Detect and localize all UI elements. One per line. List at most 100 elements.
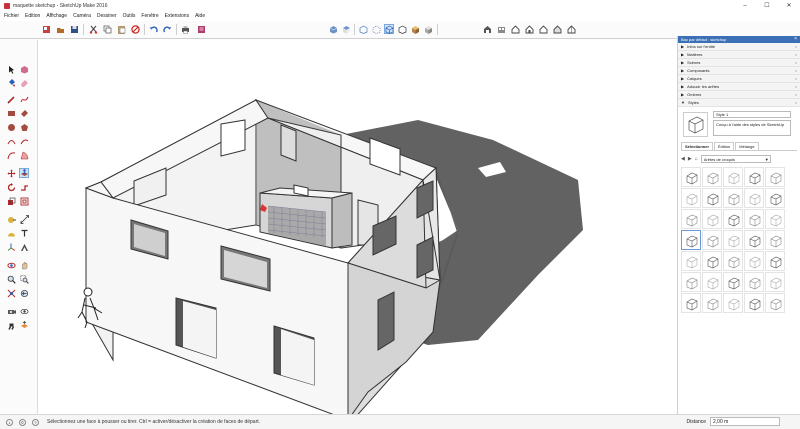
style-thumbnail-item[interactable]: [681, 251, 701, 271]
measurements-input[interactable]: 2,00 m: [710, 417, 780, 426]
credits-icon[interactable]: ©: [19, 418, 26, 426]
erase-icon[interactable]: [130, 24, 140, 34]
xray-style-icon[interactable]: [358, 24, 368, 34]
scale-icon[interactable]: [6, 196, 16, 206]
select-arrow-icon[interactable]: [6, 64, 16, 74]
panel-components[interactable]: ▶ Composants ×: [678, 67, 800, 75]
style-thumbnail-item[interactable]: [681, 167, 701, 187]
section-plane-icon[interactable]: [19, 320, 29, 330]
panel-close-icon[interactable]: ×: [795, 52, 797, 57]
panel-close-icon[interactable]: ×: [795, 100, 797, 105]
model-viewport[interactable]: [38, 40, 676, 414]
panel-close-icon[interactable]: ×: [795, 76, 797, 81]
new-file-icon[interactable]: [41, 24, 51, 34]
style-thumbnail-item[interactable]: [702, 167, 722, 187]
menu-help[interactable]: Aide: [195, 13, 205, 19]
cut-icon[interactable]: [88, 24, 98, 34]
paste-icon[interactable]: [116, 24, 126, 34]
style-thumbnail-item[interactable]: [681, 188, 701, 208]
save-file-icon[interactable]: [69, 24, 79, 34]
walk-icon[interactable]: [6, 320, 16, 330]
tray-close-icon[interactable]: ×: [794, 36, 797, 42]
style-thumbnail-item[interactable]: [765, 272, 785, 292]
style-thumbnail-item[interactable]: [765, 209, 785, 229]
text-tool-icon[interactable]: [19, 228, 29, 238]
freehand-icon[interactable]: [19, 94, 29, 104]
style-thumbnail-item[interactable]: [744, 230, 764, 250]
style-name-field[interactable]: Style 1: [713, 111, 791, 118]
maximize-button[interactable]: ☐: [756, 0, 778, 11]
follow-me-icon[interactable]: [19, 182, 29, 192]
style-thumbnail-item[interactable]: [723, 188, 743, 208]
orbit-icon[interactable]: [6, 260, 16, 270]
hidden-line-style-icon[interactable]: [397, 24, 407, 34]
line-pencil-icon[interactable]: [6, 94, 16, 104]
style-thumbnail-item[interactable]: [681, 230, 701, 250]
style-thumbnail-item[interactable]: [744, 251, 764, 271]
pan-icon[interactable]: [19, 260, 29, 270]
tape-measure-icon[interactable]: [6, 214, 16, 224]
left-view-icon[interactable]: [566, 24, 576, 34]
help-icon[interactable]: ?: [32, 418, 39, 426]
open-file-icon[interactable]: [55, 24, 65, 34]
pie-icon[interactable]: [19, 150, 29, 160]
style-thumbnail-item[interactable]: [723, 230, 743, 250]
style-thumbnail-item[interactable]: [723, 272, 743, 292]
zoom-icon[interactable]: [6, 274, 16, 284]
menu-camera[interactable]: Caméra: [73, 13, 91, 19]
position-camera-icon[interactable]: [6, 306, 16, 316]
home-view-icon[interactable]: [510, 24, 520, 34]
right-view-icon[interactable]: [538, 24, 548, 34]
style-thumbnail-item[interactable]: [765, 167, 785, 187]
make-component-icon[interactable]: [19, 64, 29, 74]
style-thumbnail-item[interactable]: [681, 293, 701, 313]
panel-scenes[interactable]: ▶ Scènes ×: [678, 59, 800, 67]
copy-icon[interactable]: [102, 24, 112, 34]
panel-soften-edges[interactable]: ▶ Adoucir les arêtes ×: [678, 83, 800, 91]
front-view-icon[interactable]: [524, 24, 534, 34]
look-around-icon[interactable]: [19, 306, 29, 316]
monochrome-style-icon[interactable]: [423, 24, 433, 34]
zoom-extents-icon[interactable]: [6, 288, 16, 298]
two-point-arc-icon[interactable]: [19, 136, 29, 146]
top-view-icon[interactable]: [341, 24, 351, 34]
menu-edit[interactable]: Edition: [25, 13, 40, 19]
menu-draw[interactable]: Dessiner: [97, 13, 117, 19]
style-thumbnail-item[interactable]: [744, 188, 764, 208]
geolocation-icon[interactable]: •: [6, 418, 13, 426]
protractor-icon[interactable]: [6, 228, 16, 238]
offset-icon[interactable]: [19, 196, 29, 206]
style-thumbnail-item[interactable]: [765, 188, 785, 208]
style-thumbnail-item[interactable]: [765, 293, 785, 313]
circle-icon[interactable]: [6, 122, 16, 132]
style-thumbnail-item[interactable]: [702, 293, 722, 313]
panel-close-icon[interactable]: ×: [795, 92, 797, 97]
redo-icon[interactable]: [162, 24, 172, 34]
menu-window[interactable]: Fenêtre: [141, 13, 158, 19]
back-edges-style-icon[interactable]: [371, 24, 381, 34]
style-thumbnail-item[interactable]: [765, 230, 785, 250]
panel-shadows[interactable]: ▶ Ombres ×: [678, 91, 800, 99]
style-thumbnail-item[interactable]: [723, 167, 743, 187]
rotate-icon[interactable]: [6, 182, 16, 192]
panel-close-icon[interactable]: ×: [795, 84, 797, 89]
style-thumbnail-item[interactable]: [744, 272, 764, 292]
iso-view-icon[interactable]: [328, 24, 338, 34]
panel-layers[interactable]: ▶ Calques ×: [678, 75, 800, 83]
menu-view[interactable]: Affichage: [46, 13, 67, 19]
menu-extensions[interactable]: Extensions: [165, 13, 189, 19]
panel-materials[interactable]: ▶ Matières ×: [678, 51, 800, 59]
style-thumbnail-item[interactable]: [681, 209, 701, 229]
forward-arrow-icon[interactable]: ▶: [688, 156, 692, 162]
print-icon[interactable]: [180, 24, 190, 34]
paint-bucket-icon[interactable]: [6, 77, 16, 87]
style-description-field[interactable]: Conçu à l'aide des styles de SketchUp: [713, 120, 791, 136]
move-icon[interactable]: [6, 168, 16, 178]
zoom-window-icon[interactable]: [19, 274, 29, 284]
panel-close-icon[interactable]: ×: [795, 44, 797, 49]
menu-tools[interactable]: Outils: [123, 13, 136, 19]
tab-select[interactable]: Sélectionner: [681, 142, 714, 150]
style-thumbnail-item[interactable]: [702, 272, 722, 292]
panel-close-icon[interactable]: ×: [795, 60, 797, 65]
dimension-icon[interactable]: [19, 214, 29, 224]
